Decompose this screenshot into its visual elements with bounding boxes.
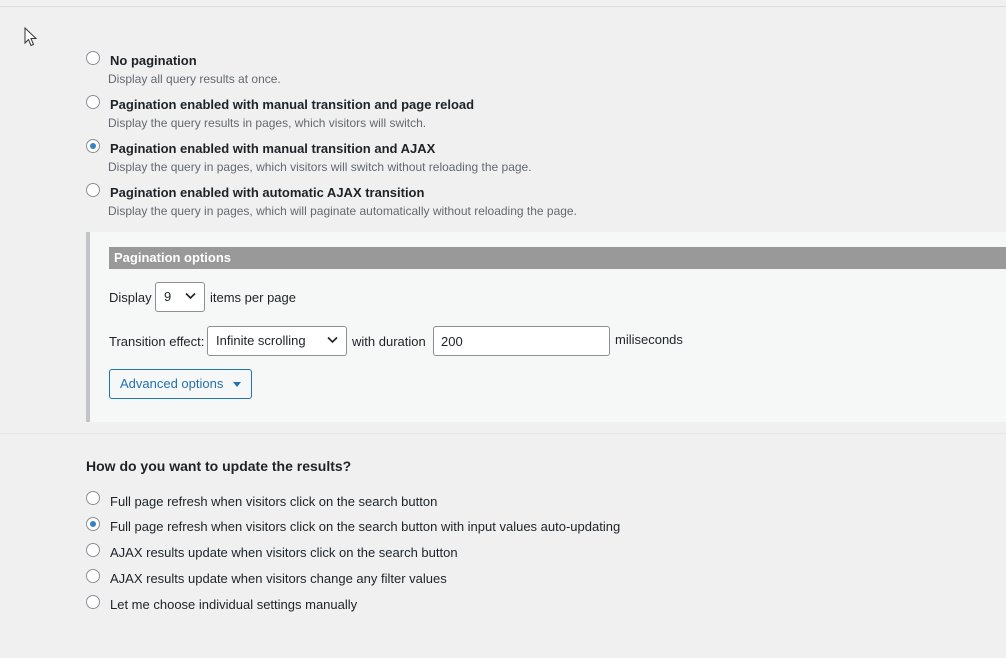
update-results-heading: How do you want to update the results? xyxy=(86,458,352,474)
select-value: 9 xyxy=(164,289,172,304)
option-label: Full page refresh when visitors click on… xyxy=(110,494,438,509)
option-label: Full page refresh when visitors click on… xyxy=(110,519,621,534)
option-label: AJAX results update when visitors click … xyxy=(110,545,458,560)
option-description: Display the query in pages, which visito… xyxy=(108,160,532,174)
top-divider xyxy=(0,6,1006,7)
select-value: Infinite scrolling xyxy=(216,333,306,348)
option-label: No pagination xyxy=(110,53,197,68)
option-label: Pagination enabled with manual transitio… xyxy=(110,97,475,112)
radio-auto-ajax[interactable] xyxy=(86,183,100,197)
duration-unit: miliseconds xyxy=(615,332,683,347)
advanced-options-button[interactable]: Advanced options xyxy=(109,369,252,399)
items-per-page-suffix: items per page xyxy=(210,290,296,305)
advanced-options-label: Advanced options xyxy=(120,376,224,391)
radio-manual-settings[interactable] xyxy=(86,595,100,609)
caret-down-icon xyxy=(232,382,241,388)
radio-ajax-search-button[interactable] xyxy=(86,543,100,557)
option-label: Pagination enabled with manual transitio… xyxy=(110,141,436,156)
transition-effect-label: Transition effect: xyxy=(109,334,205,349)
radio-ajax-filter-change[interactable] xyxy=(86,569,100,583)
option-description: Display all query results at once. xyxy=(108,72,281,86)
radio-full-refresh-autoupdate[interactable] xyxy=(86,517,100,531)
option-label: Let me choose individual settings manual… xyxy=(110,597,358,612)
pagination-options-panel: Pagination options Display 9 items per p… xyxy=(86,232,1006,422)
option-description: Display the query in pages, which will p… xyxy=(108,204,577,218)
duration-input[interactable] xyxy=(433,326,610,356)
duration-label: with duration xyxy=(352,334,426,349)
option-label: AJAX results update when visitors change… xyxy=(110,571,447,586)
option-label: Pagination enabled with automatic AJAX t… xyxy=(110,185,425,200)
section-divider xyxy=(0,433,1006,434)
radio-no-pagination[interactable] xyxy=(86,51,100,65)
panel-title: Pagination options xyxy=(109,247,1006,269)
transition-effect-select[interactable]: Infinite scrolling xyxy=(207,326,347,356)
radio-page-reload[interactable] xyxy=(86,95,100,109)
mouse-pointer-icon xyxy=(24,27,38,47)
radio-full-refresh[interactable] xyxy=(86,491,100,505)
chevron-down-icon xyxy=(185,292,196,300)
radio-manual-ajax[interactable] xyxy=(86,139,100,153)
option-description: Display the query results in pages, whic… xyxy=(108,116,427,130)
chevron-down-icon xyxy=(327,336,338,344)
items-per-page-select[interactable]: 9 xyxy=(155,282,205,312)
display-label: Display xyxy=(109,290,152,305)
